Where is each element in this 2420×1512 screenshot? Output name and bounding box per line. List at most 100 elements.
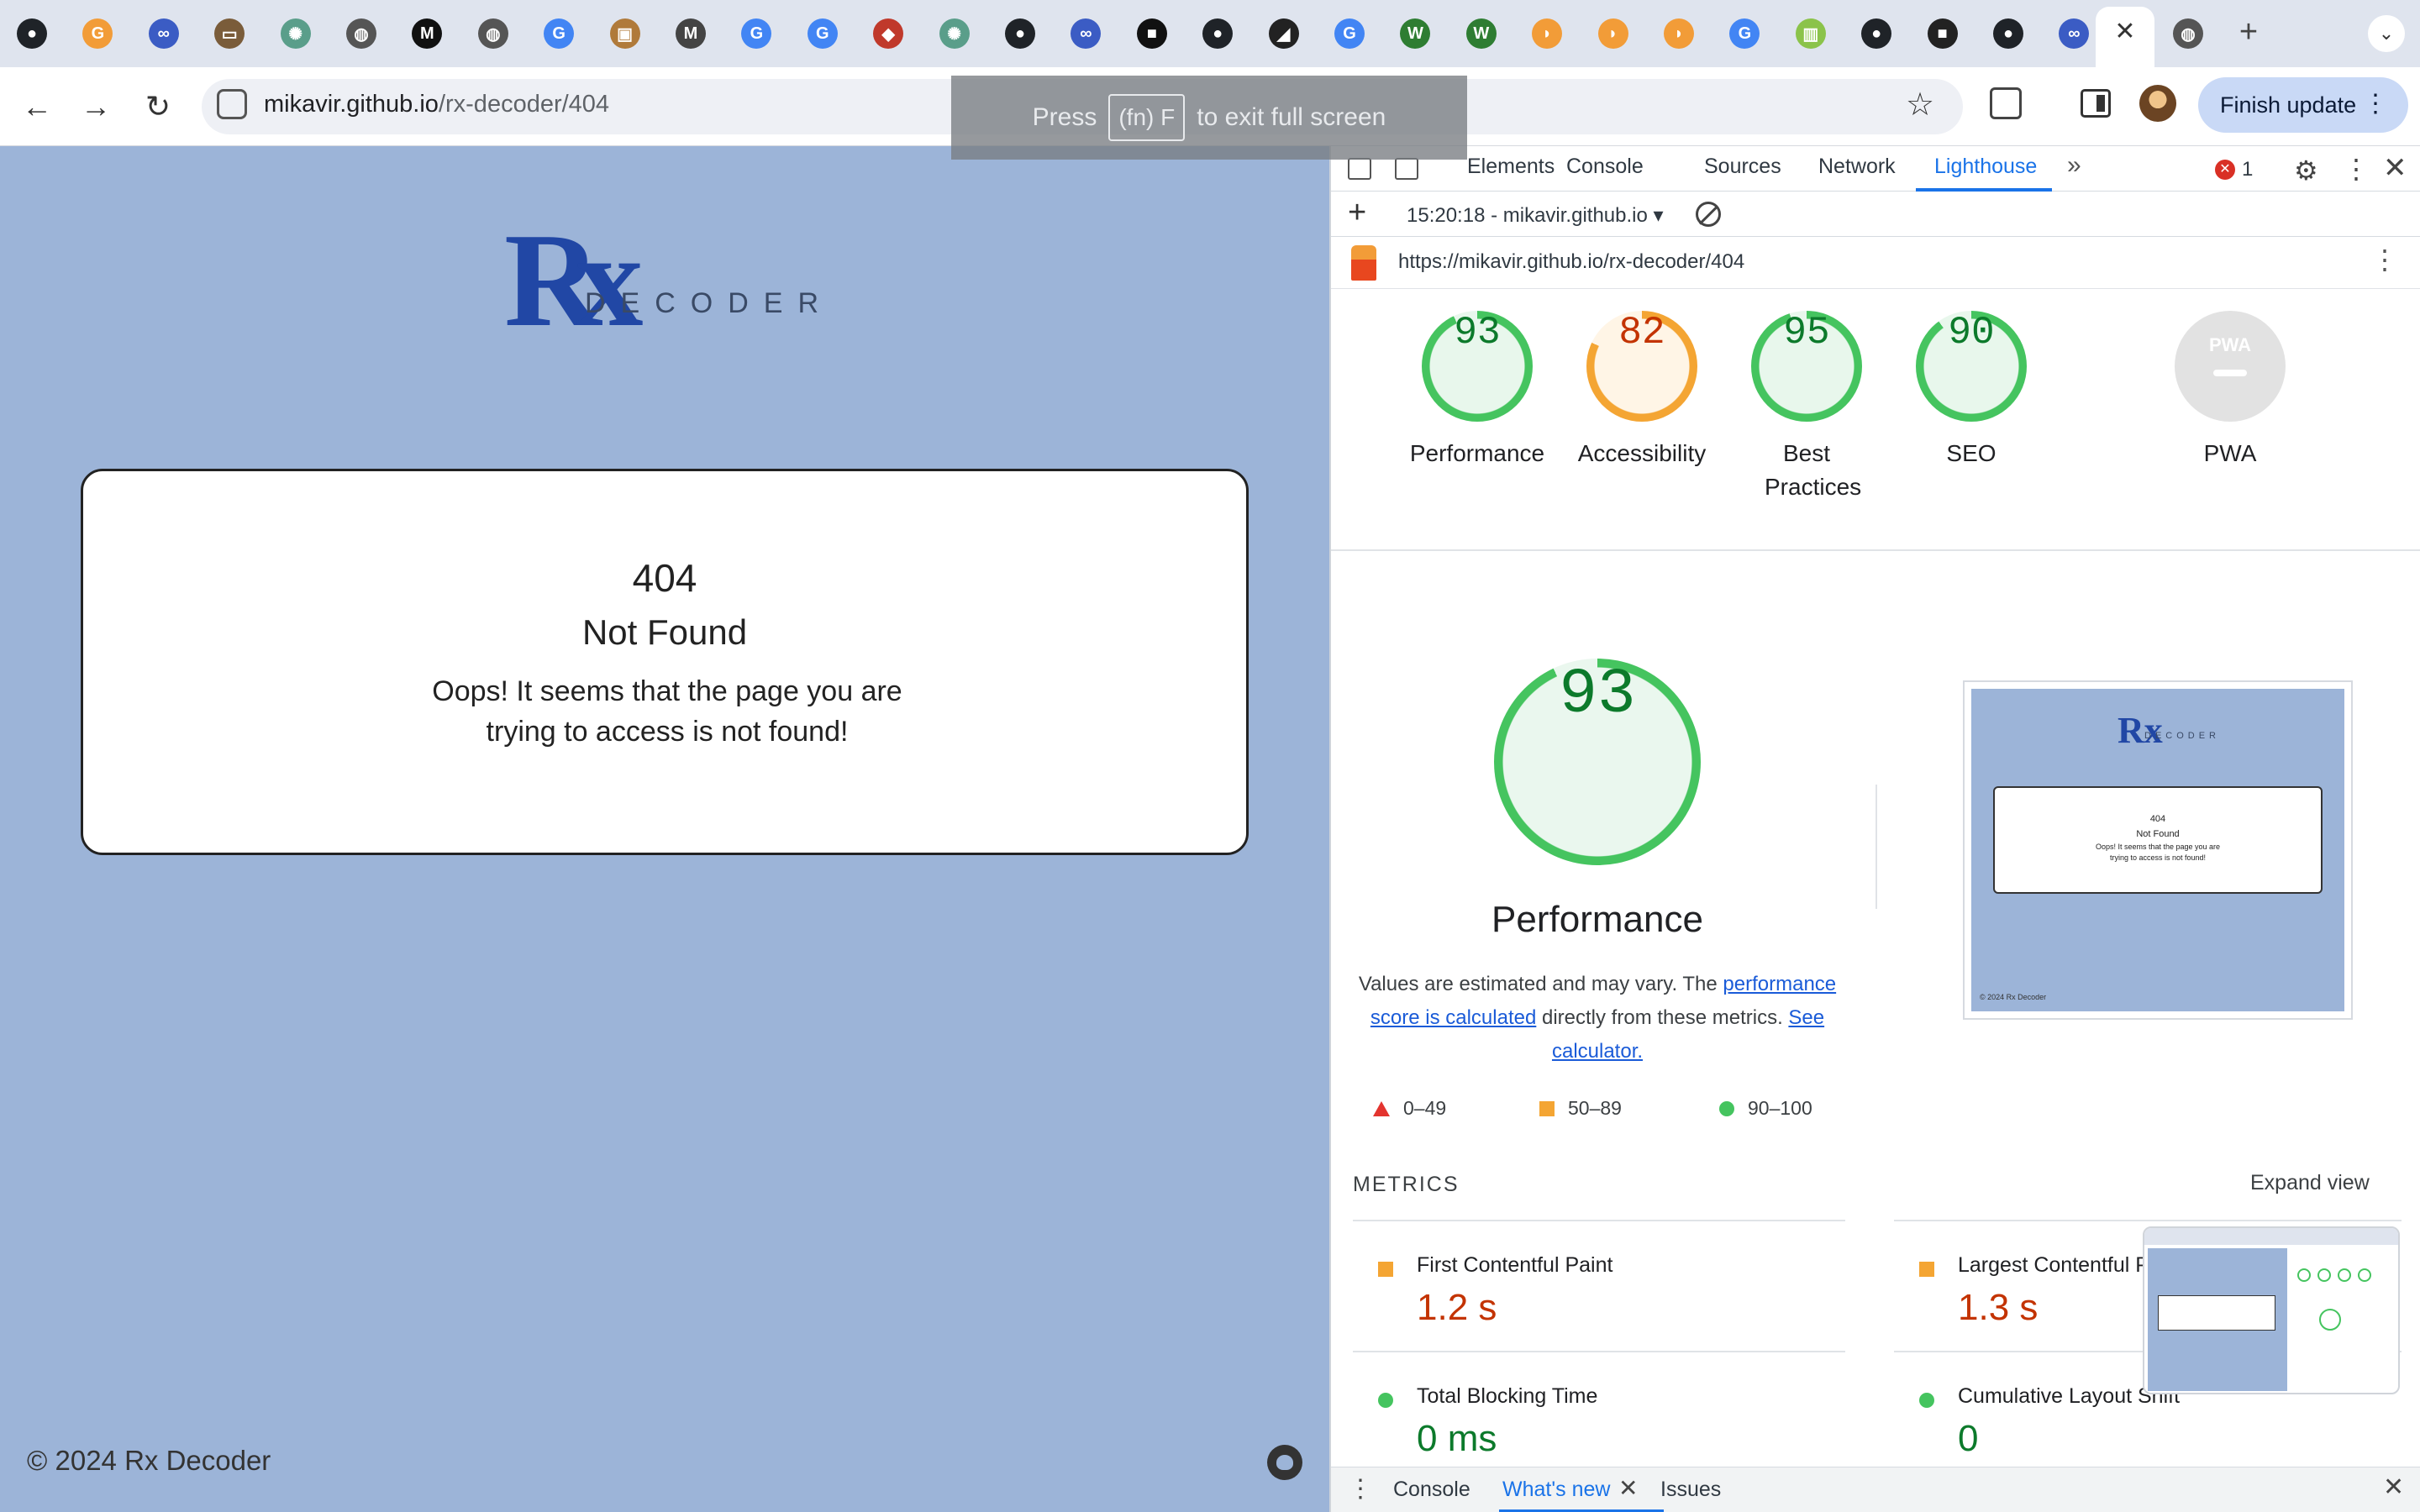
logo-rx-mark: Rx <box>504 205 643 354</box>
binoculars-icon[interactable]: ∞ <box>148 18 179 49</box>
w3-icon[interactable]: W <box>1400 18 1431 49</box>
section-divider <box>1331 549 2420 551</box>
google-icon[interactable]: G <box>741 18 772 49</box>
drawer-tab-whats-new[interactable]: What's new <box>1502 1478 1610 1502</box>
device-toolbar-icon[interactable] <box>1395 158 1418 180</box>
tab-elements[interactable]: Elements <box>1467 155 1555 179</box>
more-tabs-icon[interactable]: » <box>2067 151 2081 180</box>
github-icon[interactable] <box>1267 1445 1302 1480</box>
globe-icon[interactable]: ◍ <box>477 18 508 49</box>
tab-preview-thumbnail[interactable] <box>2143 1226 2400 1394</box>
close-drawer-icon[interactable]: ✕ <box>2383 1473 2404 1502</box>
gauge-pwa[interactable]: PWA PWA <box>2154 311 2306 470</box>
laptop-icon[interactable]: ▭ <box>214 18 245 49</box>
tab-console[interactable]: Console <box>1566 155 1644 179</box>
binoculars-icon[interactable]: ∞ <box>1071 18 1102 49</box>
close-drawer-tab-icon[interactable]: ✕ <box>1618 1474 1638 1502</box>
clear-reports-icon[interactable] <box>1696 202 1721 227</box>
drawer-menu-icon[interactable]: ⋮ <box>1348 1474 1373 1504</box>
drawer-tab-issues[interactable]: Issues <box>1660 1478 1721 1502</box>
inspect-element-icon[interactable] <box>1348 158 1371 180</box>
github-icon[interactable]: ● <box>1005 18 1035 49</box>
forward-button[interactable]: → <box>74 85 118 129</box>
google-icon[interactable]: G <box>1334 18 1365 49</box>
google-icon[interactable]: G <box>544 18 575 49</box>
screenshot-msg: Oops! It seems that the page you are try… <box>2095 843 2221 862</box>
tab-search-button[interactable]: ⌄ <box>2368 15 2405 52</box>
tab-network[interactable]: Network <box>1818 155 1896 179</box>
chatgpt-icon[interactable]: ✺ <box>280 18 311 49</box>
pwa-badge-text: PWA <box>2208 334 2252 355</box>
devtools-menu-icon[interactable]: ⋮ <box>2343 153 2370 185</box>
chrome-menu-icon[interactable]: ⋮ <box>2363 89 2388 118</box>
extensions-icon[interactable] <box>1990 87 2022 119</box>
url-text[interactable]: mikavir.github.io/rx-decoder/404 <box>264 91 609 118</box>
dark-logo-icon[interactable]: ◢ <box>1268 18 1299 49</box>
github-icon[interactable]: ● <box>1202 18 1234 49</box>
sheets-icon[interactable]: ▥ <box>1795 18 1826 49</box>
w3-icon[interactable]: W <box>1465 18 1497 49</box>
package-icon[interactable]: ▣ <box>609 18 640 49</box>
fullscreen-exit-toast: Press (fn) F to exit full screen <box>951 76 1467 160</box>
report-menu-icon[interactable]: ⋮ <box>2371 244 2398 276</box>
github-icon[interactable]: ● <box>1861 18 1892 49</box>
shield-icon[interactable]: ◗ <box>1532 18 1563 49</box>
close-tab-icon[interactable]: ✕ <box>2110 17 2140 47</box>
markdown-icon[interactable]: M <box>676 18 706 49</box>
dark-square-icon[interactable]: ■ <box>1927 18 1958 49</box>
metric-divider <box>1353 1220 1845 1221</box>
metric-first-contentful-paint[interactable]: First Contentful Paint 1.2 s <box>1353 1223 1823 1349</box>
preview-card <box>2158 1295 2275 1331</box>
metric-value: 0 <box>1958 1418 1979 1459</box>
gauge-best-practices[interactable]: 95 Best Practices <box>1731 311 1882 504</box>
drawer-tab-console[interactable]: Console <box>1393 1478 1470 1502</box>
site-info-icon[interactable] <box>217 89 247 119</box>
close-devtools-icon[interactable]: ✕ <box>2383 151 2407 185</box>
gauge-performance[interactable]: 93 Performance <box>1402 311 1553 470</box>
report-selector[interactable]: 15:20:18 - mikavir.github.io ▾ <box>1407 203 1664 228</box>
medium-icon[interactable]: M <box>412 18 443 49</box>
preview-page <box>2148 1248 2287 1391</box>
google-icon[interactable]: G <box>807 18 838 49</box>
bookmark-star-icon[interactable]: ☆ <box>1906 86 1934 123</box>
gauge-ring: 82 <box>1586 311 1697 422</box>
rx-decoder-logo[interactable]: Rx DECODER <box>504 208 840 360</box>
google-icon[interactable]: G <box>1729 18 1760 49</box>
shield-icon[interactable]: ◗ <box>1664 18 1694 49</box>
app-icon[interactable]: ◆ <box>873 18 904 49</box>
chrome-icon[interactable]: ◍ <box>2173 18 2203 49</box>
devtools-drawer: ⋮ Console What's new ✕ Issues ✕ <box>1331 1467 2420 1512</box>
toast-key: (fn) F <box>1108 94 1186 141</box>
url-path: /rx-decoder/404 <box>438 91 610 118</box>
chatgpt-icon[interactable]: ✺ <box>939 18 970 49</box>
reload-button[interactable]: ↻ <box>136 85 180 129</box>
globe-icon[interactable]: ◍ <box>346 18 376 49</box>
dark-square-icon[interactable]: ■ <box>1136 18 1167 49</box>
finish-update-button[interactable]: Finish update ⋮ <box>2198 77 2408 133</box>
github-icon[interactable]: ● <box>1993 18 2023 49</box>
gauge-label: Performance <box>1409 440 1545 466</box>
preview-gauge <box>2338 1268 2351 1282</box>
pwa-badge-bar <box>2213 370 2247 376</box>
settings-gear-icon[interactable]: ⚙ <box>2294 155 2318 186</box>
final-screenshot[interactable]: Rx DECODER 404 Not Found Oops! It seems … <box>1963 680 2353 1020</box>
metric-total-blocking-time[interactable]: Total Blocking Time 0 ms <box>1353 1354 1823 1480</box>
tab-lighthouse[interactable]: Lighthouse <box>1934 155 2037 179</box>
grammarly-icon[interactable]: G <box>82 18 113 49</box>
shield-icon[interactable]: ◗ <box>1597 18 1628 49</box>
tab-sources[interactable]: Sources <box>1704 155 1781 179</box>
binoculars-icon[interactable]: ∞ <box>2059 18 2090 49</box>
back-button[interactable]: ← <box>15 85 59 129</box>
profile-avatar[interactable] <box>2139 85 2176 122</box>
error-counter[interactable]: ✕ 1 <box>2215 158 2253 181</box>
github-icon[interactable]: ● <box>17 18 47 49</box>
gauge-seo[interactable]: 90 SEO <box>1896 311 2047 470</box>
new-tab-button[interactable]: + <box>2232 15 2265 49</box>
pass-circle-icon <box>1919 1393 1934 1408</box>
new-report-button[interactable]: + <box>1348 195 1366 231</box>
devtools-tabbar: Elements Console Sources Network Lightho… <box>1331 146 2420 192</box>
gauge-accessibility[interactable]: 82 Accessibility <box>1566 311 1718 470</box>
side-panel-icon[interactable] <box>2081 89 2111 118</box>
performance-gauge-large: 93 <box>1494 659 1701 865</box>
expand-view-toggle[interactable]: Expand view <box>2250 1171 2370 1195</box>
